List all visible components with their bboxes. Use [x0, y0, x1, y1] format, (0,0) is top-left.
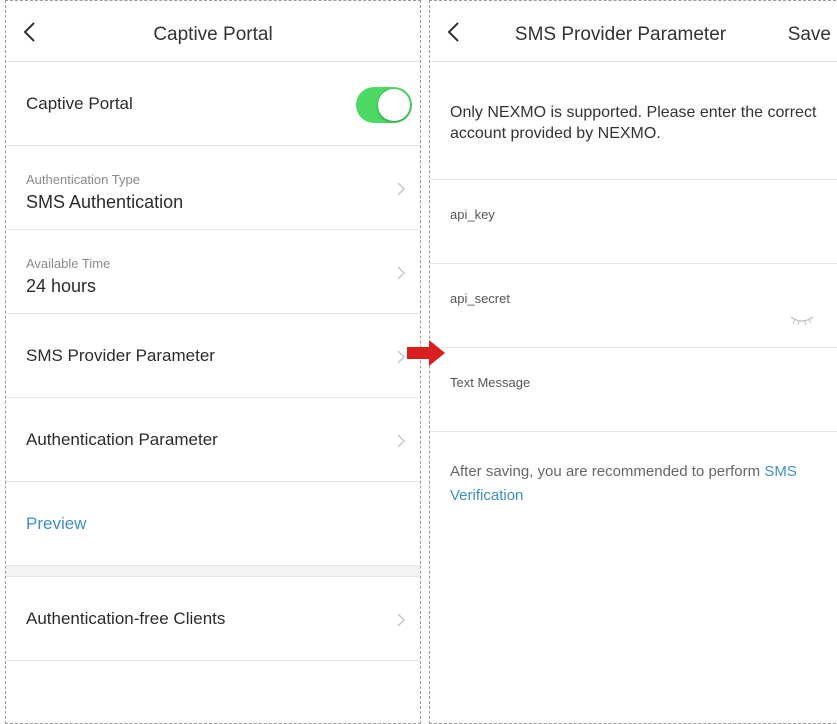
text-message-input[interactable] — [450, 396, 784, 424]
page-title: SMS Provider Parameter — [514, 24, 727, 45]
text-message-label: Text Message — [450, 375, 531, 390]
api-key-field: api_key — [430, 180, 837, 264]
sms-provider-parameter-screen: SMS Provider Parameter Save Only NEXMO i… — [429, 0, 837, 724]
sms-provider-parameter-label: SMS Provider Parameter — [26, 346, 215, 365]
after-saving-text: After saving, you are recommended to per… — [450, 463, 765, 480]
authentication-parameter-row[interactable]: Authentication Parameter — [6, 398, 420, 482]
authentication-free-clients-label: Authentication-free Clients — [26, 609, 226, 628]
chevron-right-icon — [397, 266, 405, 280]
nexmo-notice: Only NEXMO is supported. Please enter th… — [430, 62, 837, 180]
red-arrow-right-icon — [407, 340, 445, 366]
available-time-label: Available Time — [26, 256, 111, 271]
available-time-value: 24 hours — [26, 276, 97, 296]
after-saving-note: After saving, you are recommended to per… — [430, 432, 837, 508]
save-button[interactable]: Save — [788, 1, 831, 69]
page-title: Captive Portal — [153, 24, 273, 45]
section-gap — [6, 566, 420, 577]
toggle-knob — [378, 89, 410, 121]
api-key-input[interactable] — [450, 228, 784, 256]
captive-portal-toggle[interactable] — [356, 87, 412, 123]
captive-portal-row: Captive Portal — [6, 62, 420, 146]
preview-row[interactable]: Preview — [6, 482, 420, 566]
authentication-type-row[interactable]: Authentication Type SMS Authentication — [6, 146, 420, 230]
available-time-row[interactable]: Available Time 24 hours — [6, 230, 420, 314]
api-secret-field: api_secret — [430, 264, 837, 348]
captive-portal-screen: Captive Portal Captive Portal Authentica… — [5, 0, 421, 724]
left-navbar: Captive Portal — [6, 1, 420, 62]
chevron-right-icon — [397, 182, 405, 196]
authentication-type-label: Authentication Type — [26, 172, 140, 187]
api-secret-label: api_secret — [450, 291, 510, 306]
right-navbar: SMS Provider Parameter Save — [430, 1, 837, 62]
api-secret-input[interactable] — [450, 312, 754, 340]
chevron-right-icon — [397, 613, 405, 627]
authentication-free-clients-row[interactable]: Authentication-free Clients — [6, 577, 420, 661]
captive-portal-label: Captive Portal — [26, 94, 133, 113]
api-key-label: api_key — [450, 207, 495, 222]
authentication-parameter-label: Authentication Parameter — [26, 430, 218, 449]
chevron-right-icon — [397, 350, 405, 364]
eye-closed-icon[interactable] — [789, 314, 815, 326]
sms-provider-parameter-row[interactable]: SMS Provider Parameter — [6, 314, 420, 398]
chevron-right-icon — [397, 434, 405, 448]
preview-link[interactable]: Preview — [26, 482, 86, 566]
text-message-field: Text Message — [430, 348, 837, 432]
authentication-type-value: SMS Authentication — [26, 192, 184, 212]
